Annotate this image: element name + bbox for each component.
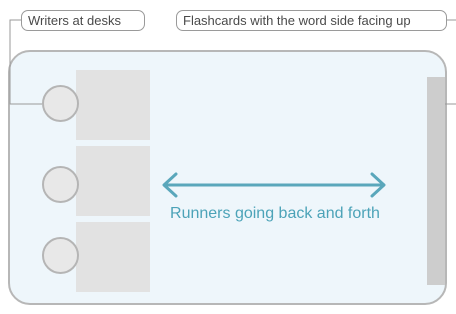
runners-caption: Runners going back and forth — [170, 205, 380, 222]
writers-at-desks-label: Writers at desks — [21, 10, 145, 31]
writers-leader-line — [9, 19, 42, 105]
diagram-lines — [9, 19, 456, 198]
flashcards-label: Flashcards with the word side facing up — [176, 10, 447, 31]
